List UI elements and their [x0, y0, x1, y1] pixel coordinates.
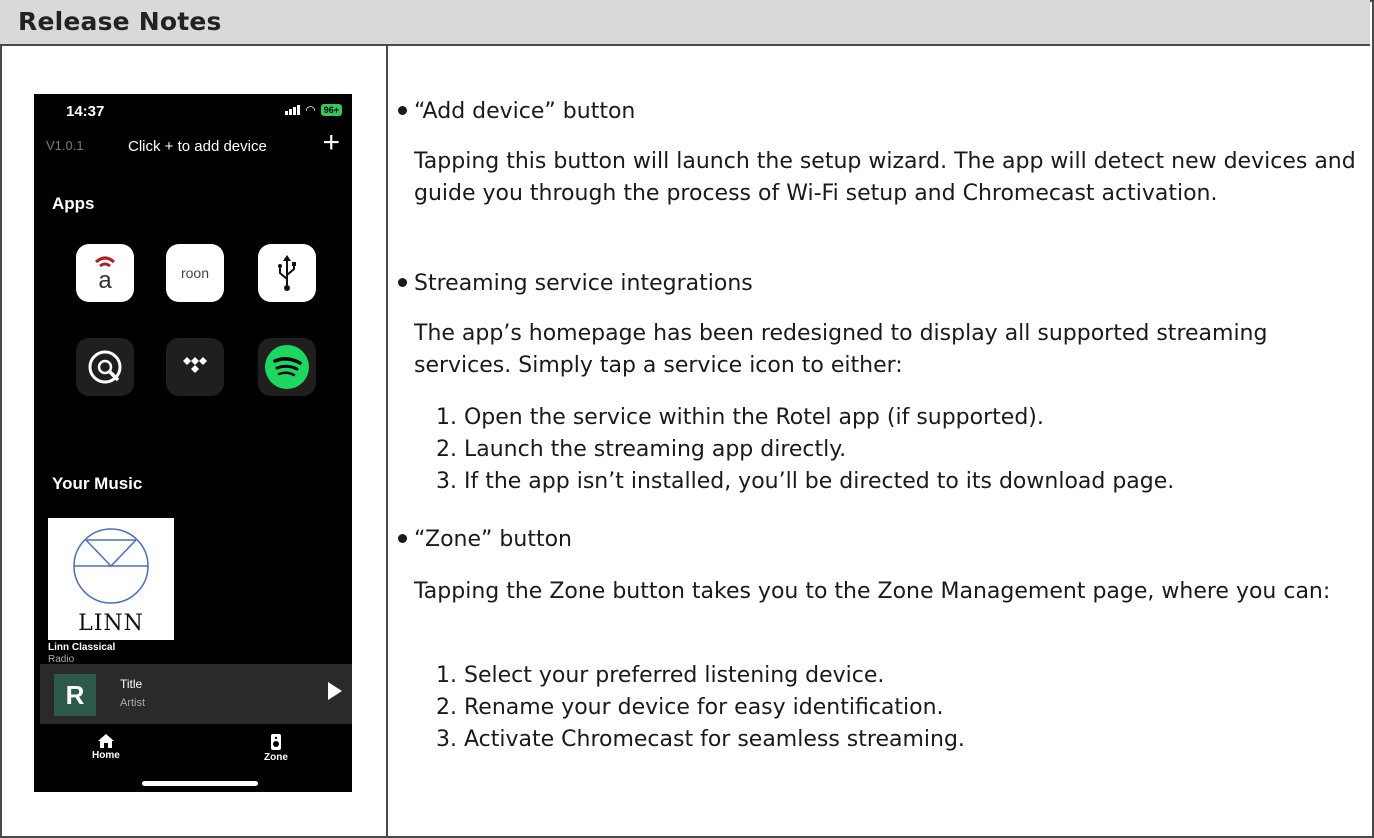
tab-zone-label: Zone: [264, 752, 288, 763]
note-heading-streaming: Streaming service integrations: [398, 268, 753, 300]
note-heading-zone: “Zone” button: [398, 524, 572, 556]
note-paragraph: Tapping the Zone button takes you to the…: [414, 579, 1331, 604]
note-paragraph: The app’s homepage has been redesigned t…: [414, 321, 1268, 378]
note-heading-text: Streaming service integrations: [414, 271, 753, 296]
play-icon[interactable]: [328, 682, 342, 700]
note-heading-add-device: “Add device” button: [398, 96, 635, 128]
roon-icon: roon: [180, 265, 210, 281]
battery-icon: 96+: [320, 104, 342, 116]
now-playing-artist: Artist: [120, 697, 146, 709]
page-title: Release Notes: [18, 7, 222, 36]
note-heading-text: “Zone” button: [414, 527, 572, 552]
home-indicator: [142, 781, 258, 786]
app-tile-qobuz[interactable]: [76, 338, 134, 396]
note-paragraph: Tapping this button will launch the setu…: [414, 149, 1356, 206]
note-list: 1. Select your preferred listening devic…: [436, 660, 1366, 756]
list-item: 2. Launch the streaming app directly.: [436, 437, 847, 462]
tab-zone[interactable]: Zone: [264, 734, 288, 763]
now-playing-title: Title: [120, 677, 143, 691]
add-device-hint: Click + to add device: [128, 138, 267, 155]
list-item: 2. Rename your device for easy identific…: [436, 695, 944, 720]
bullet-icon: [398, 105, 407, 115]
rotel-logo-icon: R: [65, 679, 85, 710]
home-icon: [97, 734, 114, 748]
linn-logo-text: LINN: [78, 611, 144, 636]
linn-logo-icon: [73, 528, 149, 604]
tab-home-label: Home: [92, 750, 120, 761]
wifi-icon: ◠: [305, 103, 316, 117]
music-item-name: Linn Classical: [48, 642, 116, 653]
app-tile-usb[interactable]: [258, 244, 316, 302]
tab-home[interactable]: Home: [92, 734, 120, 761]
now-playing-bar[interactable]: R Title Artist: [40, 664, 352, 724]
now-playing-artwork: R: [54, 674, 96, 716]
usb-icon: [278, 255, 296, 291]
app-tile-tidal[interactable]: [166, 338, 224, 396]
your-music-heading: Your Music: [52, 474, 143, 493]
tidal-icon: [183, 357, 207, 373]
column-divider: [386, 46, 388, 836]
svg-text:a: a: [98, 267, 112, 292]
app-tile-roon[interactable]: roon: [166, 244, 224, 302]
app-tile-airable[interactable]: a: [76, 244, 134, 302]
list-item: 1. Open the service within the Rotel app…: [436, 405, 1044, 430]
table-header: Release Notes: [0, 0, 1370, 46]
add-device-button[interactable]: +: [322, 126, 340, 160]
speaker-icon: [270, 734, 281, 750]
status-time: 14:37: [66, 103, 105, 120]
app-version: V1.0.1: [46, 138, 84, 153]
signal-icon: [285, 105, 301, 115]
airable-icon: a: [95, 256, 115, 292]
app-tile-spotify[interactable]: [258, 338, 316, 396]
linn-classical-artwork[interactable]: LINN: [48, 518, 174, 640]
app-screenshot: 14:37 ◠ 96+ V1.0.1 Click + to add device…: [34, 94, 352, 792]
bullet-icon: [398, 533, 407, 543]
list-item: 3. If the app isn’t installed, you’ll be…: [436, 469, 1175, 494]
note-heading-text: “Add device” button: [414, 99, 636, 124]
bullet-icon: [398, 277, 407, 287]
list-item: 1. Select your preferred listening devic…: [436, 663, 885, 688]
status-indicators: ◠ 96+: [285, 103, 342, 117]
apps-heading: Apps: [52, 194, 95, 213]
qobuz-icon: [88, 350, 122, 384]
note-list: 1. Open the service within the Rotel app…: [436, 402, 1366, 498]
spotify-icon: [265, 345, 309, 389]
list-item: 3. Activate Chromecast for seamless stre…: [436, 727, 965, 752]
